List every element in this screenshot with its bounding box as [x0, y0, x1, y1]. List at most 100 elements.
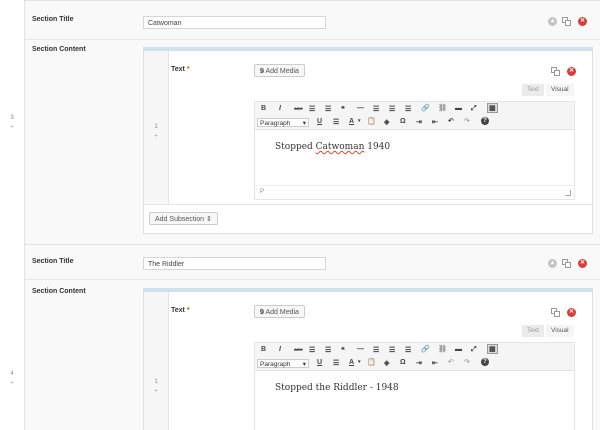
help-icon[interactable]: ? [481, 358, 489, 366]
clear-formatting-icon[interactable]: ◈ [384, 118, 389, 126]
horizontal-rule-button[interactable]: — [357, 105, 364, 112]
format-select[interactable]: Paragraph ▾ [257, 118, 309, 127]
numbered-list-button[interactable]: ☰ [325, 105, 331, 113]
horizontal-rule-button[interactable]: — [357, 346, 364, 353]
read-more-icon[interactable]: ▬ [455, 346, 462, 353]
align-right-button[interactable]: ☰ [405, 105, 411, 113]
bullet-list-button[interactable]: ☰ [309, 346, 315, 354]
outdent-icon[interactable]: ⇥ [416, 359, 422, 367]
row-index: 4 [10, 371, 14, 377]
subsection-drag-icon[interactable]: ÷ [144, 133, 168, 141]
add-media-button[interactable]: 𝟗 Add Media [254, 64, 305, 77]
resize-handle-icon[interactable] [565, 190, 571, 196]
redo-icon[interactable]: ↷ [464, 358, 470, 366]
outdent-icon[interactable]: ⇥ [416, 118, 422, 126]
editor-toolbar: B I ABC ☰ ☰ ❝ — ☰ ☰ ☰ 🔗 ⛓ ▬ ⤢ ▦ Paragrap… [254, 101, 575, 130]
row-gutter: 4 ÷ [0, 244, 24, 430]
bullet-list-button[interactable]: ☰ [309, 105, 315, 113]
strikethrough-button[interactable]: ABC [294, 106, 303, 111]
section-title-input[interactable]: The Riddler [143, 257, 326, 270]
delete-field-icon[interactable]: ✕ [567, 308, 576, 317]
link-icon[interactable]: 🔗 [421, 104, 430, 112]
undo-icon[interactable]: ↶ [448, 358, 454, 366]
link-icon[interactable]: 🔗 [421, 345, 430, 353]
redo-icon[interactable]: ↷ [464, 117, 470, 125]
toolbar-toggle-icon[interactable]: ▦ [487, 103, 498, 113]
collapse-icon[interactable]: ▴ [548, 259, 557, 268]
editor-content[interactable]: Stopped the Riddler - 1948 [275, 383, 399, 393]
text-color-dropdown-icon[interactable]: ▾ [358, 359, 361, 365]
editor-area[interactable]: Stopped Catwoman 1940 P [254, 130, 575, 200]
text-field-label: Text * [171, 66, 190, 73]
bold-button[interactable]: B [261, 105, 266, 112]
tab-text[interactable]: Text [522, 84, 544, 96]
unlink-icon[interactable]: ⛓ [438, 104, 447, 112]
justify-button[interactable]: ☰ [333, 118, 339, 126]
align-right-button[interactable]: ☰ [405, 346, 411, 354]
bold-button[interactable]: B [261, 346, 266, 353]
paste-text-icon[interactable]: 📋 [367, 358, 376, 366]
editor-area[interactable]: Stopped the Riddler - 1948 [254, 371, 575, 430]
format-select[interactable]: Paragraph ▾ [257, 359, 309, 368]
strikethrough-button[interactable]: ABC [294, 347, 303, 352]
text-color-dropdown-icon[interactable]: ▾ [358, 118, 361, 124]
indent-icon[interactable]: ⇤ [432, 118, 438, 126]
section-title-label: Section Title [32, 16, 74, 23]
add-media-button[interactable]: 𝟗 Add Media [254, 305, 305, 318]
delete-field-icon[interactable]: ✕ [567, 67, 576, 76]
editor-statusbar: P [255, 185, 574, 199]
duplicate-icon[interactable] [562, 259, 571, 268]
undo-icon[interactable]: ↶ [448, 117, 454, 125]
row-index: 3 [10, 115, 14, 121]
underline-button[interactable]: U [317, 359, 322, 366]
text-color-button[interactable]: A [349, 118, 354, 125]
blockquote-button[interactable]: ❝ [341, 346, 345, 354]
paste-text-icon[interactable]: 📋 [367, 117, 376, 125]
tab-visual[interactable]: Visual [546, 325, 574, 337]
delete-icon[interactable]: ✕ [578, 17, 587, 26]
section-title-input[interactable]: Catwoman [143, 16, 326, 29]
add-subsection-button[interactable]: Add Subsection ⇕ [149, 212, 218, 225]
duplicate-field-icon[interactable] [551, 67, 560, 76]
collapse-icon[interactable]: ▴ [548, 17, 557, 26]
align-center-button[interactable]: ☰ [389, 105, 395, 113]
align-left-button[interactable]: ☰ [373, 105, 379, 113]
fullscreen-icon[interactable]: ⤢ [471, 346, 477, 354]
element-path[interactable]: P [260, 189, 264, 195]
media-icon: 𝟗 [260, 309, 264, 316]
read-more-icon[interactable]: ▬ [455, 105, 462, 112]
duplicate-icon[interactable] [562, 17, 571, 26]
clear-formatting-icon[interactable]: ◈ [384, 359, 389, 367]
drag-handle-icon[interactable]: ÷ [0, 124, 24, 133]
required-marker: * [186, 66, 190, 73]
toolbar-toggle-icon[interactable]: ▦ [487, 344, 498, 354]
blockquote-button[interactable]: ❝ [341, 105, 345, 113]
drag-handle-icon[interactable]: ÷ [0, 380, 24, 389]
italic-button[interactable]: I [279, 105, 281, 112]
subsection-gutter: 1 ÷ [144, 51, 169, 204]
fullscreen-icon[interactable]: ⤢ [471, 105, 477, 113]
duplicate-field-icon[interactable] [551, 308, 560, 317]
special-character-icon[interactable]: Ω [400, 359, 406, 366]
row-gutter: 3 ÷ [0, 0, 24, 244]
special-character-icon[interactable]: Ω [400, 118, 406, 125]
delete-icon[interactable]: ✕ [578, 259, 587, 268]
indent-icon[interactable]: ⇤ [432, 359, 438, 367]
section-title-label: Section Title [32, 258, 74, 265]
editor-content[interactable]: Stopped Catwoman 1940 [275, 142, 390, 152]
unlink-icon[interactable]: ⛓ [438, 345, 447, 353]
align-center-button[interactable]: ☰ [389, 346, 395, 354]
tab-visual[interactable]: Visual [546, 84, 574, 96]
chevron-down-icon: ▾ [302, 120, 306, 127]
tab-text[interactable]: Text [522, 325, 544, 337]
subsection-drag-icon[interactable]: ÷ [144, 388, 168, 396]
text-color-button[interactable]: A [349, 359, 354, 366]
text-field-label: Text * [171, 307, 190, 314]
numbered-list-button[interactable]: ☰ [325, 346, 331, 354]
italic-button[interactable]: I [279, 346, 281, 353]
justify-button[interactable]: ☰ [333, 359, 339, 367]
underline-button[interactable]: U [317, 118, 322, 125]
align-left-button[interactable]: ☰ [373, 346, 379, 354]
subsection-index: 1 [154, 379, 158, 385]
help-icon[interactable]: ? [481, 117, 489, 125]
